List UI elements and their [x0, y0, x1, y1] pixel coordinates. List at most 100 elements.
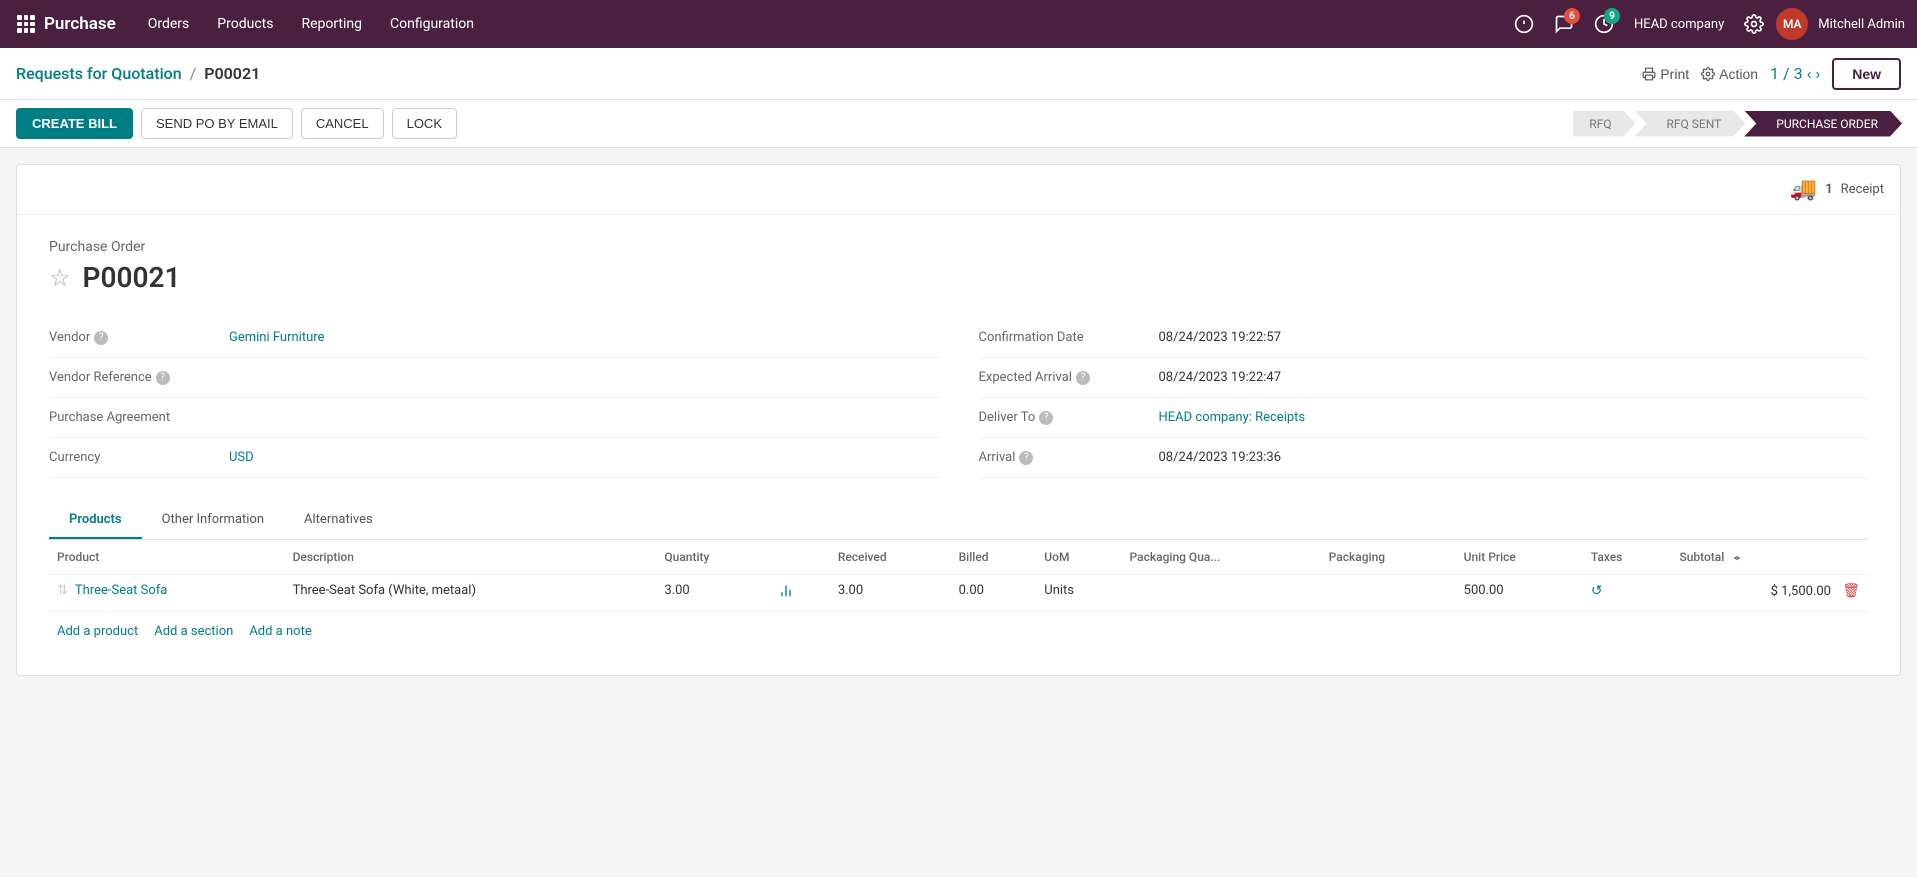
purchase-agreement-label: Purchase Agreement	[49, 410, 229, 425]
field-confirmation-date: Confirmation Date 08/24/2023 19:22:57	[979, 318, 1869, 358]
expected-arrival-label: Expected Arrival ?	[979, 370, 1159, 385]
field-vendor: Vendor ? Gemini Furniture	[49, 318, 939, 358]
messages-icon[interactable]: 6	[1546, 6, 1582, 42]
expected-arrival-help-icon[interactable]: ?	[1076, 371, 1090, 385]
subtotal-value: $ 1,500.00	[1771, 584, 1831, 599]
nav-reporting[interactable]: Reporting	[289, 8, 374, 40]
col-quantity: Quantity	[656, 540, 770, 575]
col-uom: UoM	[1036, 540, 1121, 575]
field-arrival: Arrival ? 08/24/2023 19:23:36	[979, 438, 1869, 478]
add-actions: Add a product Add a section Add a note	[49, 612, 1868, 651]
tab-products[interactable]: Products	[49, 502, 142, 539]
row-unit-price: 500.00	[1456, 575, 1583, 612]
col-billed: Billed	[951, 540, 1037, 575]
prev-arrow[interactable]: ‹	[1807, 64, 1812, 83]
deliver-to-value[interactable]: HEAD company: Receipts	[1159, 410, 1306, 425]
expected-arrival-value: 08/24/2023 19:22:47	[1159, 370, 1282, 385]
add-note-link[interactable]: Add a note	[249, 624, 311, 639]
vendor-help-icon[interactable]: ?	[94, 331, 108, 345]
fields-left: Vendor ? Gemini Furniture Vendor Referen…	[49, 318, 939, 478]
products-table: Product Description Quantity Received Bi…	[49, 540, 1868, 612]
pipeline-step-rfq-sent[interactable]: RFQ SENT	[1635, 111, 1746, 137]
nav-orders[interactable]: Orders	[136, 8, 202, 40]
table-header-row: Product Description Quantity Received Bi…	[49, 540, 1868, 575]
app-name: Purchase	[44, 14, 116, 34]
breadcrumb-bar: Requests for Quotation / P00021 Print Ac…	[0, 48, 1917, 100]
row-packaging	[1321, 575, 1456, 612]
col-chart	[770, 540, 830, 575]
create-bill-button[interactable]: CREATE BILL	[16, 108, 133, 139]
arrival-value: 08/24/2023 19:23:36	[1159, 450, 1282, 465]
col-packaging-qty: Packaging Qua...	[1122, 540, 1321, 575]
row-chart-icon[interactable]	[770, 575, 830, 612]
send-po-email-button[interactable]: SEND PO BY EMAIL	[141, 108, 293, 139]
activities-icon[interactable]: 9	[1586, 6, 1622, 42]
main-content: 🚚 1 Receipt Purchase Order ☆ P00021	[0, 148, 1917, 692]
support-icon[interactable]	[1506, 6, 1542, 42]
nav-products[interactable]: Products	[205, 8, 285, 40]
vendor-value[interactable]: Gemini Furniture	[229, 330, 324, 345]
activities-badge: 9	[1604, 8, 1620, 24]
tab-alternatives[interactable]: Alternatives	[284, 502, 393, 539]
arrival-label: Arrival ?	[979, 450, 1159, 465]
pager-text: 1 / 3	[1770, 64, 1803, 83]
row-packaging-qty	[1122, 575, 1321, 612]
breadcrumb-current: P00021	[204, 64, 260, 83]
top-nav: Purchase Orders Products Reporting Confi…	[0, 0, 1917, 48]
print-label: Print	[1660, 66, 1689, 82]
row-taxes: ↺	[1583, 575, 1672, 612]
col-packaging: Packaging	[1321, 540, 1456, 575]
settings-icon[interactable]	[1736, 6, 1772, 42]
nav-configuration[interactable]: Configuration	[378, 8, 486, 40]
vendor-reference-help-icon[interactable]: ?	[156, 371, 170, 385]
product-link[interactable]: Three-Seat Sofa	[75, 583, 167, 598]
confirmation-date-label: Confirmation Date	[979, 330, 1159, 345]
add-section-link[interactable]: Add a section	[154, 624, 233, 639]
drag-handle-icon[interactable]: ⇅	[57, 583, 68, 598]
col-taxes: Taxes	[1583, 540, 1672, 575]
vendor-label: Vendor ?	[49, 330, 229, 345]
form-card: 🚚 1 Receipt Purchase Order ☆ P00021	[16, 164, 1901, 676]
pipeline-step-rfq[interactable]: RFQ	[1573, 111, 1635, 137]
confirmation-date-value: 08/24/2023 19:22:57	[1159, 330, 1282, 345]
print-button[interactable]: Print	[1642, 66, 1689, 82]
app-grid-icon[interactable]	[12, 10, 40, 38]
company-name: HEAD company	[1634, 17, 1724, 32]
reset-icon[interactable]: ↺	[1591, 583, 1603, 599]
cancel-button[interactable]: CANCEL	[301, 108, 384, 139]
next-arrow[interactable]: ›	[1815, 64, 1820, 83]
field-vendor-reference: Vendor Reference ?	[49, 358, 939, 398]
user-name: Mitchell Admin	[1818, 17, 1905, 32]
lock-button[interactable]: LOCK	[392, 108, 457, 139]
field-deliver-to: Deliver To ? HEAD company: Receipts	[979, 398, 1869, 438]
row-billed: 0.00	[951, 575, 1037, 612]
deliver-to-label: Deliver To ?	[979, 410, 1159, 425]
delete-icon[interactable]: 🗑	[1842, 583, 1860, 599]
form-fields: Vendor ? Gemini Furniture Vendor Referen…	[49, 318, 1868, 478]
row-quantity: 3.00	[656, 575, 770, 612]
arrival-help-icon[interactable]: ?	[1019, 451, 1033, 465]
favorite-icon[interactable]: ☆	[49, 264, 71, 292]
action-label: Action	[1719, 66, 1758, 82]
new-button[interactable]: New	[1832, 58, 1901, 90]
deliver-to-help-icon[interactable]: ?	[1039, 411, 1053, 425]
row-uom: Units	[1036, 575, 1121, 612]
receipt-count: 1	[1825, 182, 1832, 197]
tab-other-information[interactable]: Other Information	[142, 502, 284, 539]
breadcrumb-parent[interactable]: Requests for Quotation	[16, 64, 182, 83]
add-product-link[interactable]: Add a product	[57, 624, 138, 639]
pipeline-step-purchase-order[interactable]: PURCHASE ORDER	[1744, 111, 1902, 137]
currency-value[interactable]: USD	[229, 450, 254, 465]
truck-icon: 🚚	[1790, 177, 1817, 202]
action-button[interactable]: Action	[1701, 66, 1758, 82]
action-bar: CREATE BILL SEND PO BY EMAIL CANCEL LOCK…	[0, 100, 1917, 148]
form-title: P00021	[83, 261, 181, 294]
fields-right: Confirmation Date 08/24/2023 19:22:57 Ex…	[979, 318, 1869, 478]
breadcrumb-separator: /	[190, 64, 197, 83]
receipt-label: Receipt	[1841, 182, 1884, 197]
receipt-button[interactable]: 🚚 1 Receipt	[1790, 177, 1884, 202]
avatar[interactable]: MA	[1776, 8, 1808, 40]
col-product: Product	[49, 540, 285, 575]
status-pipeline: RFQ RFQ SENT PURCHASE ORDER	[1573, 111, 1901, 137]
row-description: Three-Seat Sofa (White, metaal)	[285, 575, 657, 612]
